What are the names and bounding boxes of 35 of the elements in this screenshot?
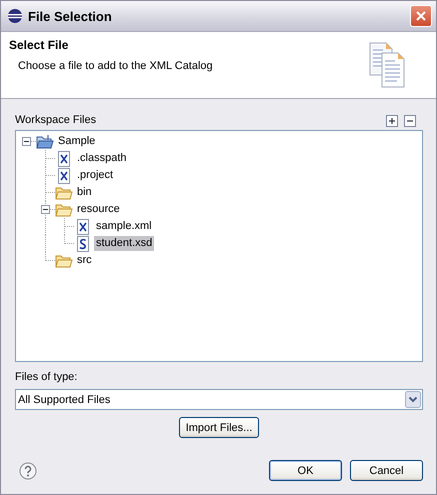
app-icon [7,8,23,24]
tree-toggle[interactable] [41,205,50,214]
collapse-all-button[interactable] [404,115,416,127]
ok-button[interactable]: OK [269,460,342,481]
minus-icon [404,115,416,127]
tree-item[interactable]: resource [75,202,122,217]
folder-icon [55,202,73,218]
folder-icon [55,252,73,268]
import-files-button[interactable]: Import Files... [178,417,260,438]
schema-file-icon [74,236,92,252]
tree-toggle[interactable] [22,137,31,146]
plus-icon [386,115,398,127]
tree-item[interactable]: student.xsd [94,236,154,251]
xml-file-icon [55,150,73,166]
files-of-type-label: Files of type: [15,370,78,384]
page-title: Select File [9,38,70,52]
xml-file-icon [55,168,73,184]
cancel-button[interactable]: Cancel [350,460,423,481]
tree-item[interactable]: .classpath [75,151,129,166]
tree-item[interactable]: sample.xml [94,219,154,234]
expand-all-button[interactable] [386,115,398,127]
tree-item[interactable]: Sample [56,134,98,149]
close-icon [415,10,427,22]
tree-item[interactable]: src [75,253,94,268]
page-description: Choose a file to add to the XML Catalog [18,60,213,72]
help-icon[interactable] [19,462,37,480]
xml-file-icon [74,218,92,234]
folder-icon [55,184,73,200]
file-type-dropdown[interactable]: All Supported Files [15,389,423,410]
tree-item[interactable]: bin [75,185,94,200]
close-button[interactable] [410,5,432,27]
window-title: File Selection [28,8,113,24]
project-folder-icon [36,134,54,150]
workspace-files-label: Workspace Files [15,113,96,127]
tree-item[interactable]: .project [75,168,116,183]
